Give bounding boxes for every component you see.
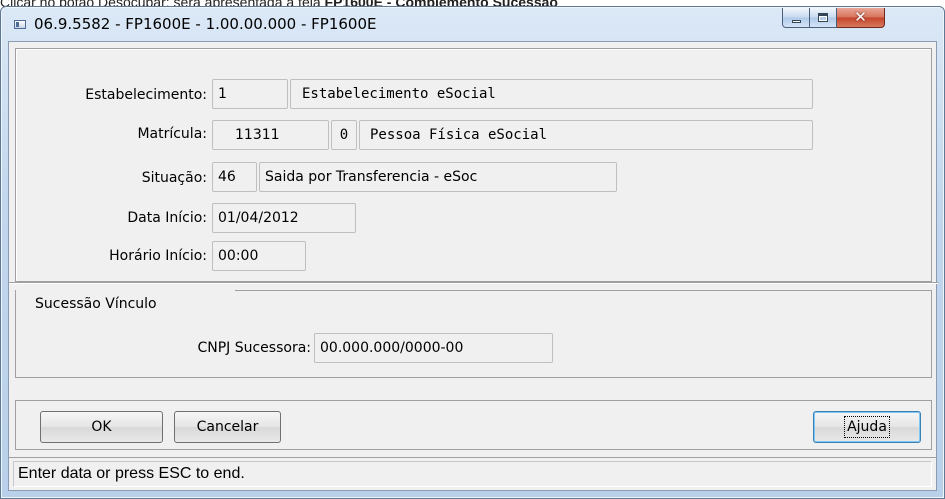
sucessao-vinculo-title: Sucessão Vínculo [35,296,157,312]
matricula-number-field[interactable]: 11311 [212,120,329,150]
help-button-label: Ajuda [844,416,890,438]
cancel-button-label: Cancelar [196,419,259,435]
status-bar: Enter data or press ESC to end. [9,457,936,490]
section-separator [9,282,938,284]
title-bar[interactable]: 06.9.5582 - FP1600E - 1.00.00.000 - FP16… [1,7,944,41]
dialog-window: 06.9.5582 - FP1600E - 1.00.00.000 - FP16… [0,6,945,499]
matricula-digit-field[interactable]: 0 [331,120,357,150]
situacao-description-field: Saida por Transferencia - eSoc [259,162,617,192]
window-app-icon [14,20,26,29]
data-inicio-label: Data Início: [127,210,207,226]
estabelecimento-code-field[interactable]: 1 [212,79,288,109]
estabelecimento-label: Estabelecimento: [85,87,207,103]
ok-button-label: OK [91,419,112,435]
horario-inicio-label: Horário Início: [109,248,207,264]
status-message: Enter data or press ESC to end. [13,461,932,487]
maximize-button[interactable] [810,8,837,28]
cnpj-sucessora-field[interactable]: 00.000.000/0000-00 [314,333,553,363]
data-inicio-field[interactable]: 01/04/2012 [212,203,356,233]
horario-inicio-field[interactable]: 00:00 [212,241,306,271]
window-title: 06.9.5582 - FP1600E - 1.00.00.000 - FP16… [34,15,377,33]
maximize-icon [818,13,828,22]
situacao-code-field[interactable]: 46 [212,162,257,192]
matricula-name-field: Pessoa Física eSocial [359,120,813,150]
close-button[interactable]: ✕ [837,8,885,28]
ok-button[interactable]: OK [40,411,163,443]
dialog-client-area: Estabelecimento: 1 Estabelecimento eSoci… [8,41,938,491]
minimize-icon [791,19,801,23]
help-button[interactable]: Ajuda [813,411,921,443]
close-icon: ✕ [854,8,867,26]
estabelecimento-name-field: Estabelecimento eSocial [290,79,813,109]
cancel-button[interactable]: Cancelar [174,411,281,443]
minimize-button[interactable] [782,8,810,28]
situacao-label: Situação: [141,170,207,186]
matricula-label: Matrícula: [137,126,207,142]
sucessao-group-border [235,290,932,291]
cnpj-sucessora-label: CNPJ Sucessora: [197,340,311,356]
